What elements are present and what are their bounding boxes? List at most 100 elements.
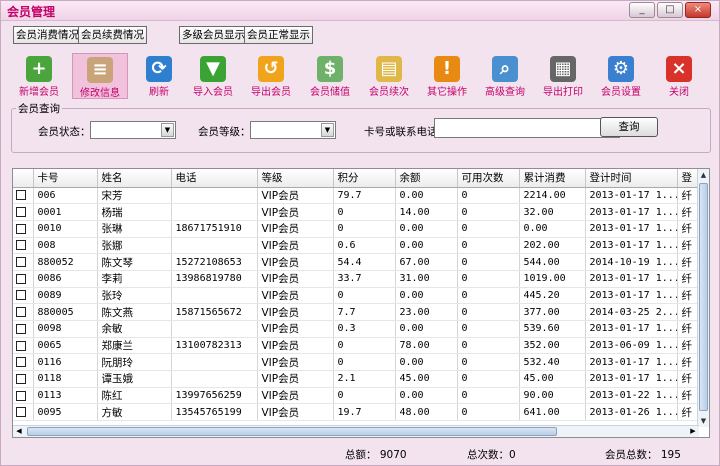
toolbar-button-label: 导入会员 [193, 87, 233, 98]
column-header[interactable]: 积分 [333, 169, 396, 188]
card-or-phone-input[interactable] [434, 118, 620, 138]
toolbar-button-label: 导出打印 [543, 87, 583, 98]
table-row[interactable]: 0116 阮朋玲 VIP会员 0 0.00 0 532.40 2013-01-17 1... 纤 [13, 353, 700, 372]
column-header[interactable]: 姓名 [97, 169, 172, 188]
maximize-button[interactable]: □ [657, 2, 683, 18]
toolbar-button-0[interactable]: + 新增会员 [11, 53, 67, 99]
member-count: 会员总数： 195 [605, 449, 681, 461]
table-row[interactable]: 0098 余敏 VIP会员 0.3 0.00 0 539.60 2013-01-17 1...… [13, 320, 700, 338]
column-header[interactable]: 可用次数 [457, 169, 520, 188]
table-row[interactable]: 880005 陈文燕 15871565672 VIP会员 7.7 23.00 0 377.00… [13, 303, 700, 321]
tab-member-renewal[interactable]: 会员续费情况 [78, 26, 147, 44]
minimize-button[interactable]: _ [629, 2, 655, 18]
row-checkbox[interactable] [16, 373, 26, 384]
row-checkbox[interactable] [16, 290, 26, 301]
table-cell: 纤 [677, 270, 700, 288]
row-checkbox[interactable] [16, 190, 26, 201]
column-header[interactable]: 登计时间 [585, 169, 678, 188]
table-cell: 0 [457, 337, 520, 355]
vertical-scrollbar[interactable]: ▲ ▼ [697, 169, 709, 427]
member-level-select[interactable]: ▼ [250, 121, 336, 139]
row-checkbox[interactable] [16, 240, 26, 251]
chevron-down-icon[interactable]: ▼ [161, 123, 174, 137]
column-header[interactable]: 电话 [171, 169, 258, 188]
column-header[interactable]: 登 [677, 169, 700, 188]
scroll-up-icon[interactable]: ▲ [698, 169, 709, 181]
column-header[interactable]: 余额 [395, 169, 458, 188]
close-window-button[interactable]: × [685, 2, 711, 18]
table-cell: 0 [457, 203, 520, 221]
table-row[interactable]: 880052 陈文琴 15272108653 VIP会员 54.4 67.00 0 544.0… [13, 253, 700, 271]
table-cell: VIP会员 [257, 370, 334, 388]
settings-icon: ⚙ [608, 56, 634, 82]
row-select-cell [13, 287, 34, 305]
row-checkbox[interactable] [16, 323, 26, 334]
table-cell [171, 187, 258, 205]
table-row[interactable]: 0113 陈红 13997656259 VIP会员 0 0.00 0 90.00 2013-01… [13, 387, 700, 405]
chevron-down-icon[interactable]: ▼ [321, 123, 334, 137]
close-circle-icon: × [666, 56, 692, 82]
toolbar-button-8[interactable]: ⌕ 高级查询 [477, 53, 533, 99]
toolbar-button-4[interactable]: ↺ 导出会员 [243, 53, 299, 99]
table-row[interactable]: 0095 方敏 13545765199 VIP会员 19.7 48.00 0 641.00 20… [13, 403, 700, 422]
row-select-cell [13, 187, 34, 205]
table-row[interactable]: 0065 郑康兰 13100782313 VIP会员 0 78.00 0 352.00 2013… [13, 337, 700, 355]
toolbar-button-label: 新增会员 [19, 87, 59, 98]
table-cell: 0 [457, 320, 520, 338]
toolbar-button-7[interactable]: ! 其它操作 [419, 53, 475, 99]
toolbar-button-2[interactable]: ⟳ 刷新 [131, 53, 187, 99]
member-status-select[interactable]: ▼ [90, 121, 176, 139]
row-checkbox[interactable] [16, 257, 26, 268]
toolbar-button-6[interactable]: ▤ 会员续次 [361, 53, 417, 99]
tab-multilevel-display[interactable]: 多级会员显示 [179, 26, 248, 44]
table-cell [171, 353, 258, 372]
table-cell: 0.00 [395, 320, 458, 338]
table-cell: 纤 [677, 220, 700, 238]
row-checkbox[interactable] [16, 223, 26, 234]
toolbar-button-label: 刷新 [149, 87, 169, 98]
row-checkbox[interactable] [16, 273, 26, 284]
row-checkbox[interactable] [16, 357, 26, 368]
row-checkbox[interactable] [16, 390, 26, 401]
tab-member-consumption[interactable]: 会员消费情况 [13, 26, 82, 44]
scroll-down-icon[interactable]: ▼ [698, 415, 709, 427]
column-header[interactable]: 等级 [257, 169, 334, 188]
search-button[interactable]: 查询 [600, 117, 658, 137]
row-checkbox[interactable] [16, 307, 26, 318]
refresh-icon: ⟳ [146, 56, 172, 82]
table-row[interactable]: 006 宋芳 VIP会员 79.7 0.00 0 2214.00 2013-01-17 1..… [13, 187, 700, 205]
horizontal-scrollbar[interactable]: ◀ ▶ [13, 425, 699, 437]
toolbar-button-1[interactable]: ≡ 修改信息 [72, 53, 128, 99]
column-header[interactable]: 累计消费 [519, 169, 586, 188]
row-checkbox[interactable] [16, 407, 26, 418]
table-cell: 13986819780 [171, 270, 258, 288]
table-row[interactable]: 008 张娜 VIP会员 0.6 0.00 0 202.00 2013-01-17 1... 纤 [13, 237, 700, 255]
table-cell: 纤 [677, 387, 700, 405]
table-cell: 2014-10-19 1... [585, 253, 678, 271]
member-query-title: 会员查询 [16, 101, 62, 116]
scroll-left-icon[interactable]: ◀ [13, 426, 25, 437]
table-row[interactable]: 0001 杨瑞 VIP会员 0 14.00 0 32.00 2013-01-17 1... 纤 [13, 203, 700, 221]
table-cell: 539.60 [519, 320, 586, 338]
table-cell: 纤 [677, 403, 700, 422]
vertical-scroll-thumb[interactable] [699, 183, 708, 411]
table-cell: 纤 [677, 287, 700, 305]
table-row[interactable]: 0118 谭玉娥 VIP会员 2.1 45.00 0 45.00 2013-01-17 1..… [13, 370, 700, 388]
column-header[interactable]: 卡号 [33, 169, 98, 188]
tab-normal-display[interactable]: 会员正常显示 [244, 26, 313, 44]
toolbar-button-11[interactable]: × 关闭 [651, 53, 707, 99]
table-row[interactable]: 0089 张玲 VIP会员 0 0.00 0 445.20 2013-01-17 1... 纤 [13, 287, 700, 305]
table-row[interactable]: 0086 李莉 13986819780 VIP会员 33.7 31.00 0 1019.00 2… [13, 270, 700, 288]
table-cell: 13997656259 [171, 387, 258, 405]
toolbar-button-3[interactable]: ▼ 导入会员 [185, 53, 241, 99]
table-cell: 32.00 [519, 203, 586, 221]
row-checkbox[interactable] [16, 340, 26, 351]
table-row[interactable]: 0010 张琳 18671751910 VIP会员 0 0.00 0 0.00 2013-01-… [13, 220, 700, 238]
scroll-right-icon[interactable]: ▶ [687, 426, 699, 437]
table-cell [171, 320, 258, 338]
toolbar-button-9[interactable]: ▦ 导出打印 [535, 53, 591, 99]
horizontal-scroll-thumb[interactable] [27, 427, 557, 436]
toolbar-button-10[interactable]: ⚙ 会员设置 [593, 53, 649, 99]
toolbar-button-5[interactable]: $ 会员储值 [302, 53, 358, 99]
row-checkbox[interactable] [16, 207, 26, 218]
